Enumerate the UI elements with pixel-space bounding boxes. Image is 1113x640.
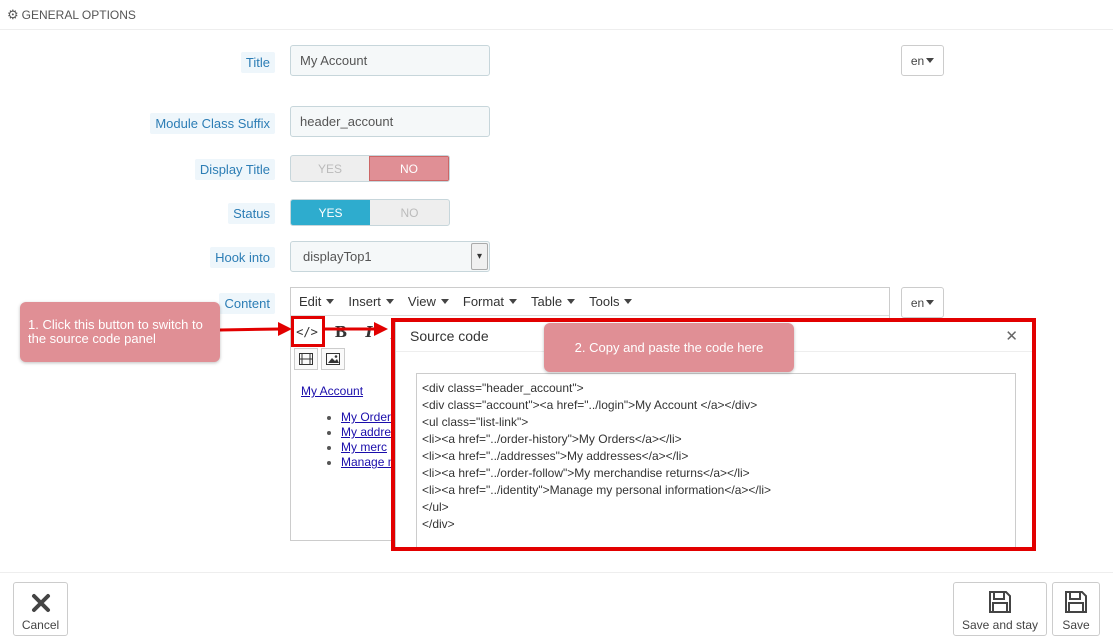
- title-input[interactable]: My Account: [290, 45, 490, 76]
- floppy-disk-icon: [989, 591, 1011, 613]
- content-language-label: en: [910, 295, 925, 310]
- close-icon: [31, 594, 50, 612]
- hook-label: Hook into: [210, 247, 275, 268]
- display-title-switch[interactable]: YES NO: [290, 155, 450, 182]
- module-config-page: ⚙ GENERAL OPTIONS Title My Account en Mo…: [0, 0, 1113, 640]
- suffix-label: Module Class Suffix: [150, 113, 275, 134]
- save-button[interactable]: Save: [1052, 582, 1100, 636]
- list-item: My addre: [341, 425, 398, 440]
- editor-toolbar-2: [294, 348, 348, 370]
- display-title-label: Display Title: [194, 159, 275, 180]
- hook-select-value: displayTop1: [303, 249, 372, 264]
- status-label: Status: [228, 203, 275, 224]
- floppy-disk-icon: [1065, 591, 1087, 613]
- caret-down-icon: [567, 299, 576, 304]
- film-icon: [299, 353, 313, 365]
- gears-icon: ⚙: [7, 6, 19, 22]
- title-language-dropdown[interactable]: en: [901, 45, 944, 76]
- caret-down-icon: [509, 299, 518, 304]
- caret-down-icon: [926, 58, 935, 63]
- list-item: Manage m: [341, 455, 398, 470]
- account-list: My Order My addre My merc Manage m: [341, 410, 398, 470]
- menu-format[interactable]: Format: [463, 294, 518, 309]
- panel-heading: ⚙ GENERAL OPTIONS: [0, 0, 1113, 30]
- account-link[interactable]: My Account: [301, 384, 363, 398]
- arrow-annotations: [219, 322, 388, 336]
- status-switch[interactable]: YES NO: [290, 199, 450, 226]
- callout-step-1: 1. Click this button to switch to the so…: [20, 302, 220, 362]
- callout-step-2: 2. Copy and paste the code here: [544, 323, 794, 372]
- suffix-input[interactable]: header_account: [290, 106, 490, 137]
- content-label: Content: [219, 293, 275, 314]
- list-item: My Order: [341, 410, 398, 425]
- title-label: Title: [240, 52, 275, 73]
- panel-title: GENERAL OPTIONS: [21, 7, 136, 22]
- menu-insert[interactable]: Insert: [348, 294, 394, 309]
- save-and-stay-label: Save and stay: [961, 618, 1039, 632]
- editor-content[interactable]: My Account My Order My addre My merc Man…: [301, 384, 398, 470]
- save-label: Save: [1062, 618, 1090, 632]
- hook-select[interactable]: displayTop1 ▾: [290, 241, 490, 272]
- content-language-dropdown[interactable]: en: [901, 287, 944, 318]
- panel-footer: [0, 572, 1113, 640]
- insert-image-button[interactable]: [321, 348, 345, 370]
- display-title-yes[interactable]: YES: [291, 156, 369, 181]
- caret-down-icon: [926, 300, 935, 305]
- editor-menubar: Edit Insert View Format Table Tools: [291, 288, 889, 316]
- save-and-stay-button[interactable]: Save and stay: [953, 582, 1047, 636]
- insert-video-button[interactable]: [294, 348, 318, 370]
- menu-table[interactable]: Table: [531, 294, 576, 309]
- status-no[interactable]: NO: [370, 200, 449, 225]
- cancel-button[interactable]: Cancel: [13, 582, 68, 636]
- caret-down-icon: [624, 299, 633, 304]
- cancel-label: Cancel: [21, 618, 60, 632]
- list-item: My merc: [341, 440, 398, 455]
- menu-view[interactable]: View: [408, 294, 449, 309]
- image-icon: [326, 353, 340, 365]
- menu-tools[interactable]: Tools: [589, 294, 633, 309]
- caret-down-icon: [385, 299, 394, 304]
- title-language-label: en: [910, 53, 925, 68]
- caret-down-icon: [440, 299, 449, 304]
- menu-edit[interactable]: Edit: [299, 294, 335, 309]
- status-yes[interactable]: YES: [291, 200, 370, 225]
- select-arrow-icon[interactable]: ▾: [471, 243, 488, 270]
- display-title-no[interactable]: NO: [369, 156, 449, 181]
- caret-down-icon: [326, 299, 335, 304]
